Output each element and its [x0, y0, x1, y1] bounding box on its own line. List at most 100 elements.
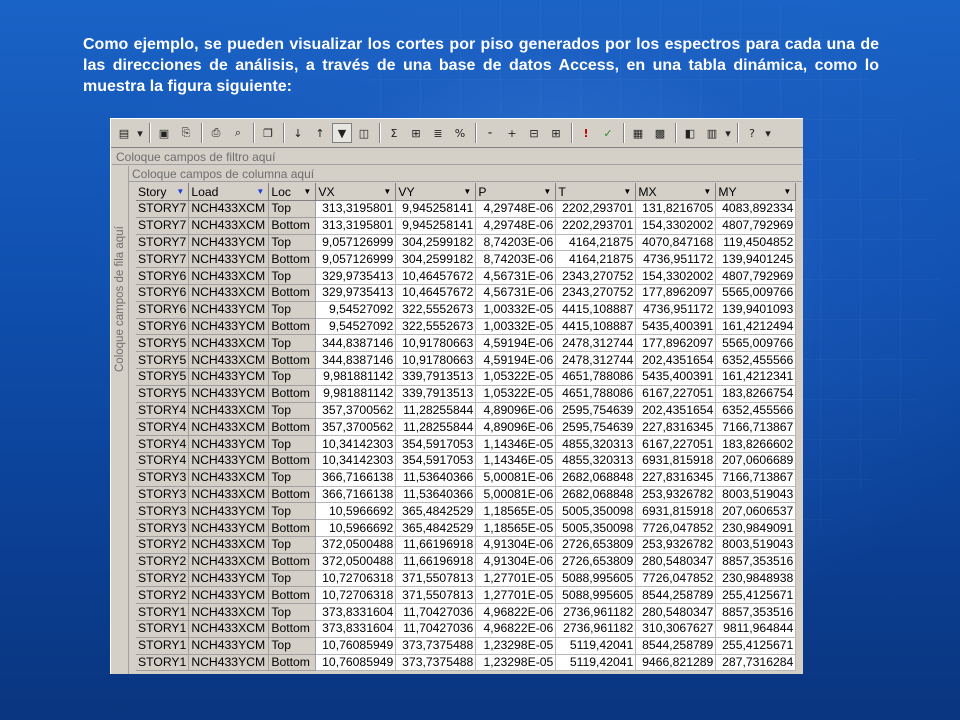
cell-my[interactable]: 7166,713867	[715, 469, 797, 487]
cell-vx[interactable]: 357,3700562	[315, 402, 397, 420]
cell-loc[interactable]: Bottom	[268, 620, 317, 638]
cell-mx[interactable]: 6167,227051	[635, 385, 717, 403]
cell-loc[interactable]: Bottom	[268, 654, 317, 672]
cell-mx[interactable]: 280,5480347	[635, 553, 717, 571]
cell-story[interactable]: STORY2	[136, 536, 190, 554]
cell-my[interactable]: 5565,009766	[715, 284, 797, 302]
cell-t[interactable]: 5119,42041	[555, 654, 637, 672]
cell-mx[interactable]: 177,8962097	[635, 284, 717, 302]
cell-load[interactable]: NCH433YCM	[188, 654, 270, 672]
cell-loc[interactable]: Top	[268, 267, 317, 285]
cell-loc[interactable]: Top	[268, 603, 317, 621]
cell-t[interactable]: 4651,788086	[555, 368, 637, 386]
cell-load[interactable]: NCH433YCM	[188, 502, 270, 521]
print-preview-icon[interactable]: ⌕	[228, 123, 248, 143]
cell-p[interactable]: 1,18565E-05	[475, 502, 557, 521]
cell-story[interactable]: STORY7	[136, 217, 190, 235]
cell-load[interactable]: NCH433XCM	[188, 200, 270, 218]
cell-mx[interactable]: 7726,047852	[635, 519, 717, 537]
cell-vy[interactable]: 11,53640366	[395, 486, 477, 504]
cell-my[interactable]: 183,8266754	[715, 385, 797, 403]
cell-t[interactable]: 4855,320313	[555, 452, 637, 470]
cell-mx[interactable]: 9466,821289	[635, 654, 717, 672]
cell-vy[interactable]: 371,5507813	[395, 570, 477, 588]
cell-mx[interactable]: 202,4351654	[635, 402, 717, 420]
cell-loc[interactable]: Bottom	[268, 250, 317, 269]
cell-my[interactable]: 230,9848938	[715, 570, 797, 588]
print-icon[interactable]: ⎙	[206, 123, 226, 143]
cell-vy[interactable]: 10,91780663	[395, 334, 477, 353]
cell-my[interactable]: 139,9401093	[715, 301, 797, 319]
cell-story[interactable]: STORY2	[136, 586, 190, 605]
show-details-icon[interactable]: ⊞	[546, 123, 566, 143]
cell-mx[interactable]: 177,8962097	[635, 334, 717, 353]
cell-load[interactable]: NCH433XCM	[188, 217, 270, 235]
cell-story[interactable]: STORY3	[136, 519, 190, 537]
cell-vx[interactable]: 366,7166138	[315, 469, 397, 487]
cell-vx[interactable]: 366,7166138	[315, 486, 397, 504]
cell-load[interactable]: NCH433XCM	[188, 603, 270, 621]
cell-t[interactable]: 2343,270752	[555, 284, 637, 302]
calculated-field-icon[interactable]: ≣	[428, 123, 448, 143]
cell-loc[interactable]: Top	[268, 469, 317, 487]
dropdown-arrow-icon[interactable]: ▼	[703, 187, 711, 196]
dropdown-arrow-icon[interactable]: ▼	[623, 187, 631, 196]
cell-story[interactable]: STORY4	[136, 452, 190, 470]
cell-t[interactable]: 2595,754639	[555, 402, 637, 420]
cell-load[interactable]: NCH433XCM	[188, 267, 270, 285]
cell-loc[interactable]: Top	[268, 334, 317, 353]
cell-vx[interactable]: 313,3195801	[315, 217, 397, 235]
layout-icon[interactable]: ▥	[702, 123, 722, 143]
cell-vx[interactable]: 373,8331604	[315, 603, 397, 621]
cell-t[interactable]: 2478,312744	[555, 334, 637, 353]
autocalc-icon[interactable]: Σ	[384, 123, 404, 143]
cell-story[interactable]: STORY7	[136, 250, 190, 269]
cell-p[interactable]: 1,27701E-05	[475, 570, 557, 588]
cell-mx[interactable]: 280,5480347	[635, 603, 717, 621]
cell-p[interactable]: 5,00081E-06	[475, 486, 557, 504]
cell-load[interactable]: NCH433XCM	[188, 553, 270, 571]
cell-my[interactable]: 8003,519043	[715, 486, 797, 504]
cell-vx[interactable]: 357,3700562	[315, 418, 397, 437]
cell-vx[interactable]: 10,76085949	[315, 654, 397, 672]
cell-my[interactable]: 4807,792969	[715, 267, 797, 285]
cell-load[interactable]: NCH433XCM	[188, 418, 270, 437]
cell-mx[interactable]: 154,3302002	[635, 267, 717, 285]
cell-mx[interactable]: 227,8316345	[635, 469, 717, 487]
cell-story[interactable]: STORY5	[136, 351, 190, 369]
cell-vy[interactable]: 11,28255844	[395, 418, 477, 437]
cell-vx[interactable]: 10,34142303	[315, 452, 397, 470]
cell-mx[interactable]: 4070,847168	[635, 234, 717, 252]
row-drop-zone[interactable]: Coloque campos de fila aquí	[112, 166, 129, 674]
column-header-story[interactable]: Story ▼	[136, 183, 190, 201]
dropdown-arrow-icon[interactable]: ▼	[383, 187, 391, 196]
cell-load[interactable]: NCH433XCM	[188, 536, 270, 554]
cell-t[interactable]: 2202,293701	[555, 200, 637, 218]
cell-mx[interactable]: 8544,258789	[635, 586, 717, 605]
cell-mx[interactable]: 253,9326782	[635, 536, 717, 554]
cell-my[interactable]: 4083,892334	[715, 200, 797, 218]
cell-vx[interactable]: 313,3195801	[315, 200, 397, 218]
cell-vy[interactable]: 322,5552673	[395, 318, 477, 336]
cell-vx[interactable]: 373,8331604	[315, 620, 397, 638]
cell-t[interactable]: 4164,21875	[555, 234, 637, 252]
cell-p[interactable]: 4,59194E-06	[475, 334, 557, 353]
column-header-p[interactable]: P ▼	[475, 183, 557, 201]
cell-load[interactable]: NCH433YCM	[188, 368, 270, 386]
cell-mx[interactable]: 7726,047852	[635, 570, 717, 588]
cell-mx[interactable]: 8544,258789	[635, 637, 717, 655]
cell-p[interactable]: 1,14346E-05	[475, 452, 557, 470]
cell-loc[interactable]: Top	[268, 301, 317, 319]
cell-t[interactable]: 5088,995605	[555, 586, 637, 605]
cell-t[interactable]: 2736,961182	[555, 603, 637, 621]
dropdown-arrow-icon[interactable]: ▼	[543, 187, 551, 196]
cell-loc[interactable]: Bottom	[268, 418, 317, 437]
cell-vy[interactable]: 11,70427036	[395, 603, 477, 621]
cell-vy[interactable]: 365,4842529	[395, 502, 477, 521]
cell-load[interactable]: NCH433XCM	[188, 402, 270, 420]
cell-p[interactable]: 4,96822E-06	[475, 603, 557, 621]
cell-load[interactable]: NCH433YCM	[188, 318, 270, 336]
column-header-load[interactable]: Load ▼	[188, 183, 270, 201]
cell-loc[interactable]: Bottom	[268, 385, 317, 403]
cell-mx[interactable]: 4736,951172	[635, 250, 717, 269]
